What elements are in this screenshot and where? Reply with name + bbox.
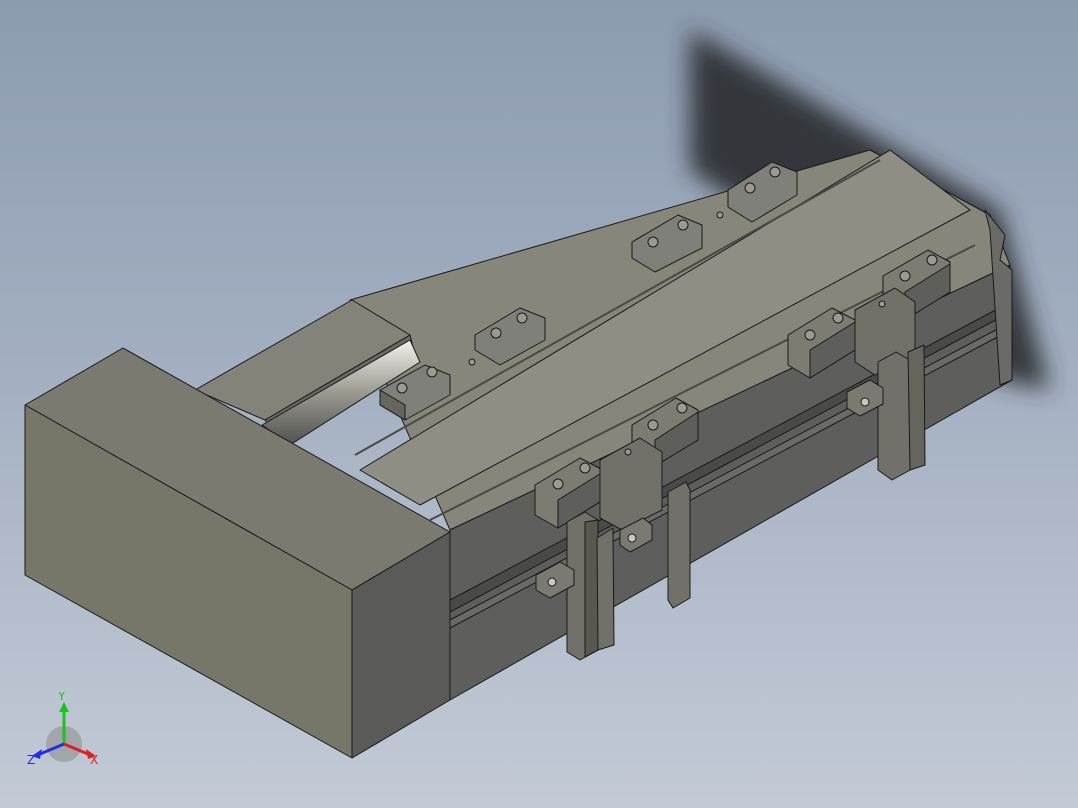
y-axis-arrow bbox=[59, 702, 69, 712]
vertical-finger-3 bbox=[667, 481, 691, 609]
vertical-finger-4 bbox=[877, 344, 926, 481]
z-axis-label: Z bbox=[27, 753, 35, 767]
orientation-triad[interactable]: Y X Z bbox=[22, 692, 112, 772]
model-3d-view[interactable] bbox=[0, 0, 1078, 808]
y-axis-label: Y bbox=[57, 692, 66, 703]
x-axis-label: X bbox=[90, 753, 98, 767]
cad-viewport[interactable]: Y X Z bbox=[0, 0, 1078, 808]
vertical-finger-2 bbox=[596, 527, 615, 651]
